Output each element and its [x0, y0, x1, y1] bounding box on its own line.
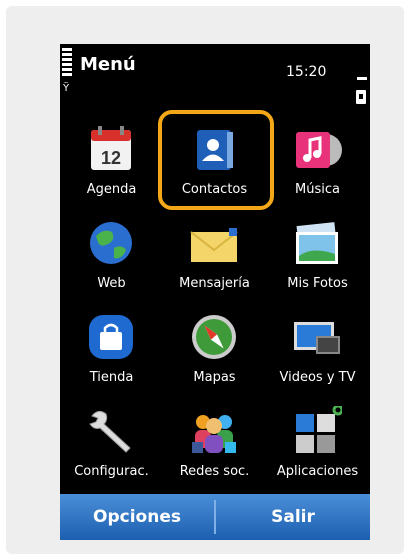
menu-item-contactos[interactable]: Contactos	[163, 114, 266, 206]
menu-item-label: Videos y TV	[279, 370, 356, 385]
menu-item-label: Mis Fotos	[287, 276, 348, 291]
apps-icon	[296, 406, 342, 453]
menu-item-tienda[interactable]: Tienda	[60, 302, 163, 394]
options-button[interactable]: Opciones	[60, 494, 214, 540]
compass-icon	[192, 315, 236, 359]
menu-item-label: Web	[97, 276, 126, 291]
battery-level-icon	[357, 77, 367, 80]
menu-item-label: Aplicaciones	[276, 464, 359, 479]
menu-item-label: Redes soc.	[179, 464, 250, 479]
menu-item-musica[interactable]: Música	[266, 114, 369, 206]
svg-text:12: 12	[101, 148, 121, 168]
antenna-icon: Ÿ	[63, 83, 70, 94]
menu-item-label: Mapas	[193, 370, 236, 385]
contacts-icon	[197, 130, 233, 170]
menu-item-videos-y-tv[interactable]: Videos y TV	[266, 302, 369, 394]
envelope-icon	[190, 228, 238, 262]
menu-item-label: Configurac.	[74, 464, 149, 479]
menu-item-agenda[interactable]: 12 Agenda	[60, 114, 163, 206]
globe-icon	[90, 222, 132, 264]
page-title: Menú	[80, 54, 136, 75]
menu-item-mis-fotos[interactable]: Mis Fotos	[266, 208, 369, 300]
menu-item-label: Agenda	[86, 182, 137, 197]
tv-icon	[294, 322, 340, 354]
menu-item-aplicaciones[interactable]: Aplicaciones	[266, 396, 369, 488]
status-bar: Ÿ Menú 15:20	[60, 44, 370, 104]
menu-item-label: Mensajería	[179, 276, 250, 291]
menu-item-redes-soc[interactable]: Redes soc.	[163, 396, 266, 488]
store-bag-icon	[89, 315, 133, 359]
clock: 15:20	[286, 64, 327, 80]
menu-item-configurac[interactable]: Configurac.	[60, 396, 163, 488]
softkey-bar: Opciones Salir	[60, 494, 370, 540]
music-icon	[296, 132, 342, 168]
phone-screen: Ÿ Menú 15:20 12 Agenda Contactos Música …	[60, 44, 370, 540]
wrench-icon	[89, 410, 131, 453]
battery-icon	[356, 90, 366, 104]
menu-item-label: Música	[295, 182, 340, 197]
menu-item-label: Contactos	[181, 182, 248, 197]
signal-strength-icon	[62, 48, 72, 78]
menu-item-mensajeria[interactable]: Mensajería	[163, 208, 266, 300]
exit-button[interactable]: Salir	[216, 494, 370, 540]
calendar-icon: 12	[91, 126, 131, 170]
menu-item-mapas[interactable]: Mapas	[163, 302, 266, 394]
menu-item-label: Tienda	[89, 370, 134, 385]
photos-icon	[296, 222, 338, 264]
social-network-icon	[192, 415, 236, 453]
menu-item-web[interactable]: Web	[60, 208, 163, 300]
